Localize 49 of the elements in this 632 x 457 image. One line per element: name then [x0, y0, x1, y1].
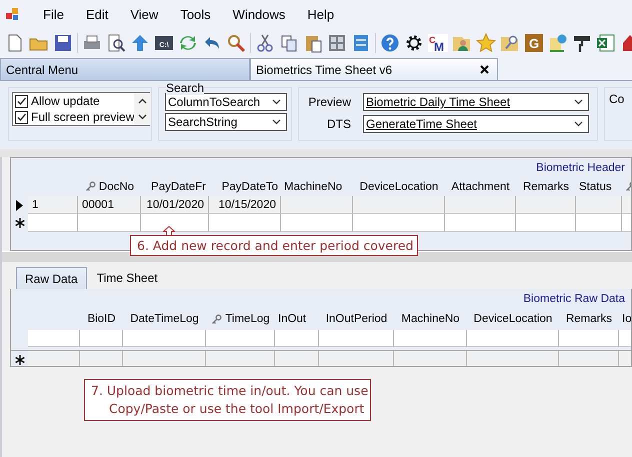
checkbox-label: Full screen preview [31, 110, 134, 124]
letter-tile-icon[interactable]: G [524, 32, 544, 52]
column-header[interactable]: MachineNo [401, 313, 460, 325]
menu-item[interactable]: Tools [169, 6, 222, 22]
document-tab[interactable]: Central Menu [0, 58, 250, 80]
column-header[interactable]: PayDateTo [222, 180, 278, 192]
document-tab[interactable]: Biometrics Time Sheet v6 [250, 58, 498, 80]
menu-item[interactable]: View [119, 6, 170, 22]
table-cell: 00001 [78, 196, 141, 214]
column-header[interactable]: Status [579, 180, 612, 192]
column-header[interactable]: DeviceLocation [474, 313, 552, 325]
table-cell: 10/01/2020 [141, 196, 209, 214]
grid-title: Biometric Header [536, 162, 625, 174]
icon-letter: C [429, 34, 436, 44]
column-header[interactable]: PayDateFr [151, 180, 206, 192]
menu-item[interactable]: Edit [74, 6, 120, 22]
column-header[interactable]: InOutPeriod [326, 313, 388, 325]
checkbox-label: Allow update [31, 94, 100, 108]
group-title: Search [166, 81, 204, 95]
column-header[interactable]: InOut [278, 313, 306, 325]
column-header[interactable]: DateTimeLog [130, 313, 199, 325]
table-cell: 10/15/2020 [209, 196, 281, 214]
group-label: Co [609, 92, 624, 106]
column-header[interactable]: Io [622, 313, 631, 325]
table-cell: 1 [28, 196, 78, 214]
callout-tooltip: 6. Add new record and enter period covered [130, 235, 418, 256]
column-header[interactable]: DocNo [98, 180, 134, 192]
field-label: Preview [307, 95, 352, 109]
column-header[interactable]: Attachment [451, 180, 510, 192]
column-header[interactable]: DeviceLocation [360, 180, 438, 192]
icon-letter: G [528, 36, 540, 50]
tab[interactable]: Time Sheet [88, 267, 166, 289]
report-dropdown[interactable]: GenerateTime Sheet [363, 115, 589, 133]
tab[interactable]: Raw Data [16, 267, 87, 289]
menu-item[interactable]: Windows [222, 6, 296, 22]
menu-item[interactable]: Help [296, 6, 346, 22]
column-header[interactable]: TimeLog [225, 313, 270, 325]
icon-letter: M [434, 40, 444, 52]
column-header[interactable]: Remarks [566, 313, 612, 325]
field-label: DTS [326, 117, 352, 131]
column-header[interactable]: BioID [87, 313, 116, 325]
search-dropdown[interactable]: SearchString [165, 113, 287, 131]
report-dropdown[interactable]: Biometric Daily Time Sheet [363, 93, 589, 111]
menu-item[interactable]: File [32, 6, 75, 22]
callout-note: 7. Upload biometric time in/out. You can use Copy/Paste or use the tool Import/Export [84, 379, 371, 421]
column-header[interactable]: Remarks [522, 180, 569, 192]
column-header[interactable]: MachineNo [284, 180, 342, 192]
grid-title: Biometric Raw Data [523, 292, 625, 304]
search-dropdown[interactable]: ColumnToSearch [165, 93, 287, 111]
